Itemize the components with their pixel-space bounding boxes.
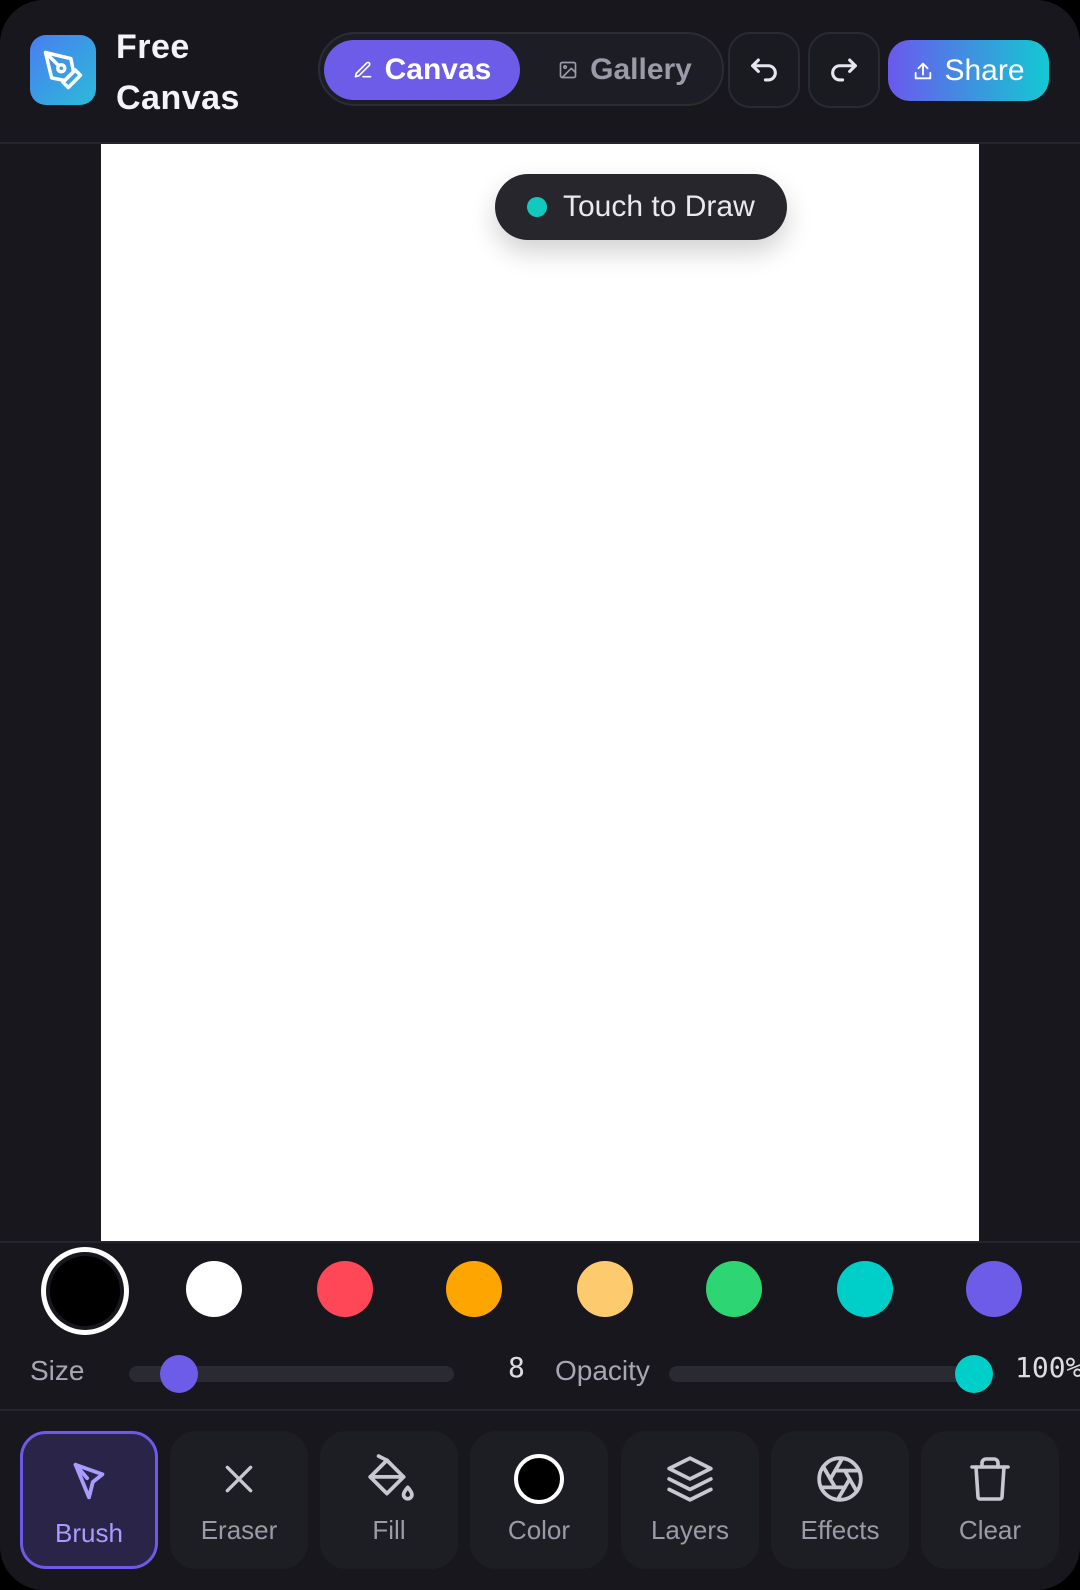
opacity-value: 100% xyxy=(1015,1351,1080,1384)
paint-bucket-icon xyxy=(368,1454,414,1501)
size-value: 8 xyxy=(508,1351,525,1384)
view-switcher: Canvas Gallery xyxy=(318,32,724,106)
tab-gallery[interactable]: Gallery xyxy=(530,40,720,100)
tool-eraser[interactable]: Eraser xyxy=(170,1431,308,1569)
touch-hint: Touch to Draw xyxy=(495,174,787,240)
brush-pen-icon xyxy=(73,1462,105,1500)
swatch-red[interactable] xyxy=(317,1261,373,1317)
color-circle-icon xyxy=(514,1454,564,1504)
pencil-icon xyxy=(354,61,371,78)
brush-controls: Size 8 Opacity 100% xyxy=(0,1337,1080,1411)
tool-clear[interactable]: Clear xyxy=(921,1431,1059,1569)
app-logo xyxy=(30,35,96,105)
tab-canvas-label: Canvas xyxy=(384,53,492,86)
tool-clear-label: Clear xyxy=(958,1515,1022,1545)
tool-layers[interactable]: Layers xyxy=(621,1431,759,1569)
swatch-color xyxy=(50,1256,120,1326)
opacity-slider[interactable] xyxy=(669,1355,993,1393)
pen-tool-icon xyxy=(43,50,83,90)
swatch-black-selected[interactable] xyxy=(41,1247,129,1335)
opacity-slider-thumb[interactable] xyxy=(955,1355,993,1393)
undo-button[interactable] xyxy=(728,32,800,108)
upload-icon xyxy=(915,62,932,79)
swatch-green[interactable] xyxy=(706,1261,762,1317)
app-window: Free Canvas Canvas Gallery Share Touch t… xyxy=(0,0,1080,1590)
size-label: Size xyxy=(30,1355,85,1386)
share-button[interactable]: Share xyxy=(888,40,1049,101)
share-label: Share xyxy=(944,53,1025,87)
swatch-yellow[interactable] xyxy=(577,1261,633,1317)
swatch-white[interactable] xyxy=(186,1261,242,1317)
layers-icon xyxy=(667,1456,713,1502)
header-bar: Free Canvas Canvas Gallery Share xyxy=(0,0,1080,144)
tool-color-label: Color xyxy=(507,1515,571,1545)
tool-fill-label: Fill xyxy=(372,1515,406,1545)
tab-gallery-label: Gallery xyxy=(590,53,692,86)
drawing-canvas[interactable]: Touch to Draw xyxy=(101,144,979,1241)
close-x-icon xyxy=(225,1465,253,1493)
hint-dot-icon xyxy=(527,197,547,217)
canvas-area: Touch to Draw xyxy=(0,144,1080,1241)
trash-icon xyxy=(970,1457,1010,1501)
tool-color[interactable]: Color xyxy=(470,1431,608,1569)
swatch-orange[interactable] xyxy=(446,1261,502,1317)
size-slider-thumb[interactable] xyxy=(160,1355,198,1393)
undo-icon xyxy=(751,58,777,82)
tab-canvas[interactable]: Canvas xyxy=(324,40,520,100)
app-title: Free Canvas xyxy=(116,28,240,117)
redo-button[interactable] xyxy=(808,32,880,108)
image-icon xyxy=(559,61,577,79)
tool-effects[interactable]: Effects xyxy=(771,1431,909,1569)
swatch-teal[interactable] xyxy=(837,1261,893,1317)
redo-icon xyxy=(831,58,857,82)
size-slider[interactable] xyxy=(129,1355,454,1393)
tool-eraser-label: Eraser xyxy=(200,1515,278,1545)
tool-effects-label: Effects xyxy=(800,1515,880,1545)
hint-text: Touch to Draw xyxy=(563,190,755,223)
tool-brush[interactable]: Brush xyxy=(20,1431,158,1569)
tool-fill[interactable]: Fill xyxy=(320,1431,458,1569)
color-palette xyxy=(0,1241,1080,1339)
tool-layers-label: Layers xyxy=(650,1515,730,1545)
tool-brush-label: Brush xyxy=(55,1518,123,1548)
swatch-purple[interactable] xyxy=(966,1261,1022,1317)
opacity-label: Opacity xyxy=(555,1355,650,1386)
tool-bar: Brush Eraser Fill Color Layers Effects C… xyxy=(0,1411,1080,1590)
aperture-icon xyxy=(817,1456,863,1502)
